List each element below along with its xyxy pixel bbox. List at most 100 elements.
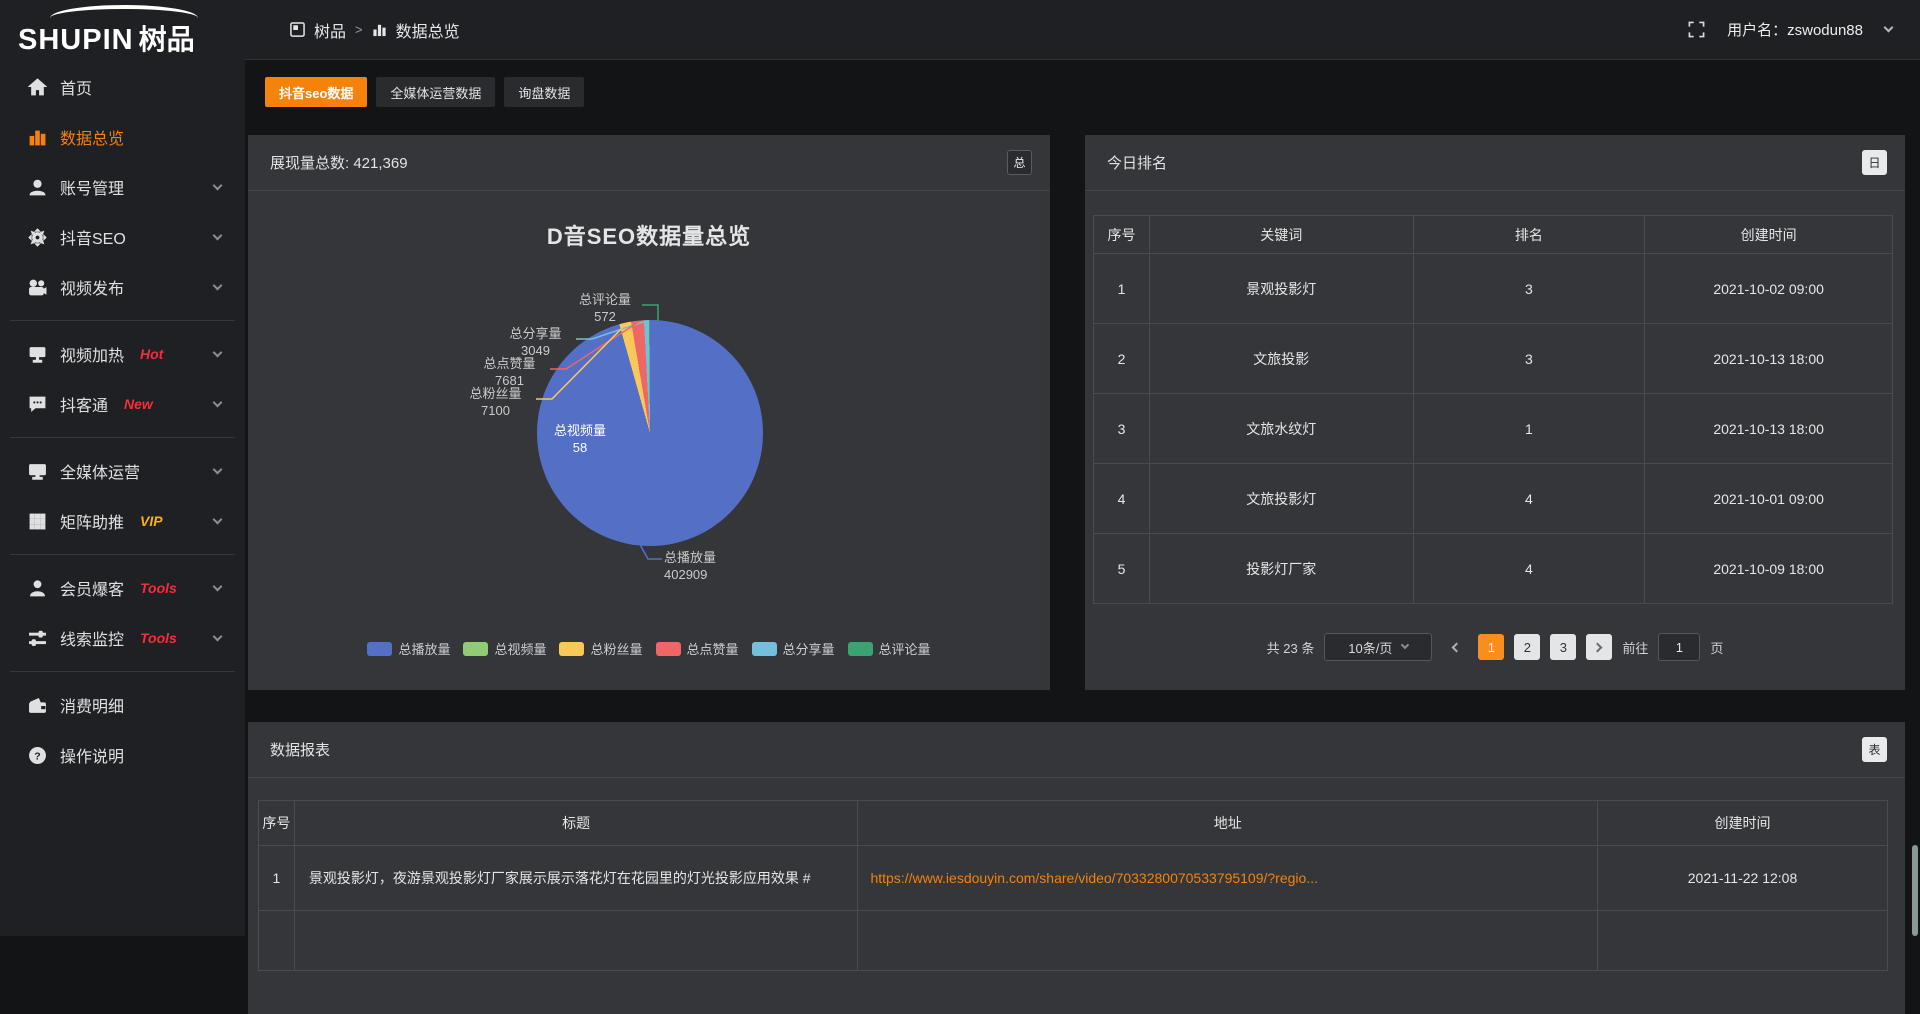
sidebar-item-label: 线索监控: [60, 626, 124, 650]
table-row[interactable]: 1 景观投影灯，夜游景观投影灯厂家展示展示落花灯在花园里的灯光投影应用效果 # …: [259, 846, 1888, 911]
sidebar-item-douyin-seo[interactable]: 抖音SEO: [0, 212, 245, 262]
sidebar-item-doukertong[interactable]: 抖客通 New: [0, 379, 245, 429]
wallet-icon: [28, 696, 47, 715]
sidebar-item-account[interactable]: 账号管理: [0, 162, 245, 212]
sidebar-item-label: 账号管理: [60, 175, 124, 199]
col-created: 创建时间: [1645, 216, 1893, 254]
col-title: 标题: [294, 801, 858, 846]
table-row[interactable]: [259, 911, 1888, 971]
person-icon: [28, 579, 47, 598]
legend-item[interactable]: 总粉丝量: [559, 639, 642, 658]
report-table-button[interactable]: 表: [1862, 737, 1887, 762]
sidebar-item-label: 数据总览: [60, 125, 124, 149]
bar-chart-icon: [28, 128, 47, 147]
chart-total-button[interactable]: 总: [1007, 150, 1032, 175]
sidebar-item-media-operation[interactable]: 全媒体运营: [0, 446, 245, 496]
chevron-down-icon: [213, 581, 223, 591]
ranking-day-button[interactable]: 日: [1862, 150, 1887, 175]
legend-item[interactable]: 总播放量: [367, 639, 450, 658]
table-row[interactable]: 5投影灯厂家42021-10-09 18:00: [1094, 534, 1893, 604]
legend-item[interactable]: 总点赞量: [656, 639, 739, 658]
sidebar-item-video-heat[interactable]: 视频加热 Hot: [0, 329, 245, 379]
report-panel-title: 数据报表: [270, 739, 330, 760]
report-table: 序号 标题 地址 创建时间 1 景观投影灯，夜游景观投影灯厂家展示展示落花灯在花…: [258, 800, 1888, 971]
goto-page-input[interactable]: [1658, 633, 1700, 661]
sidebar-item-member-boom[interactable]: 会员爆客 Tools: [0, 563, 245, 613]
sidebar-item-matrix-boost[interactable]: 矩阵助推 VIP: [0, 496, 245, 546]
tab-douyin-seo-data[interactable]: 抖音seo数据: [265, 77, 367, 107]
sidebar-item-data-overview[interactable]: 数据总览: [0, 112, 245, 162]
chevron-down-icon: [213, 397, 223, 407]
screen-icon: [28, 345, 47, 364]
breadcrumb-current[interactable]: 数据总览: [396, 18, 460, 42]
tab-media-operation-data[interactable]: 全媒体运营数据: [376, 77, 495, 107]
sidebar-item-label: 抖音SEO: [60, 225, 126, 249]
page-button-3[interactable]: 3: [1550, 634, 1576, 660]
ranking-panel-title: 今日排名: [1107, 152, 1167, 173]
pie-label-likes: 总点赞量7681: [472, 355, 547, 389]
menu-divider: [10, 320, 235, 321]
legend-swatch: [848, 642, 873, 656]
legend-item[interactable]: 总评论量: [848, 639, 931, 658]
legend-item[interactable]: 总视频量: [463, 639, 546, 658]
legend-swatch: [367, 642, 392, 656]
sidebar-item-label: 抖客通: [60, 392, 108, 416]
sidebar-item-label: 首页: [60, 75, 92, 99]
table-row[interactable]: 4文旅投影灯42021-10-01 09:00: [1094, 464, 1893, 534]
next-page-button[interactable]: [1586, 634, 1612, 660]
chevron-down-icon: [213, 230, 223, 240]
menu-divider: [10, 554, 235, 555]
sidebar-item-label: 全媒体运营: [60, 459, 140, 483]
chart-legend: 总播放量 总视频量 总粉丝量 总点赞量 总分享量 总评论量: [248, 639, 1050, 658]
sidebar-item-label: 视频加热: [60, 342, 124, 366]
legend-item[interactable]: 总分享量: [752, 639, 835, 658]
menu-divider: [10, 671, 235, 672]
home-icon: [28, 78, 47, 97]
chat-icon: [28, 395, 47, 414]
vertical-scrollbar[interactable]: [1912, 845, 1918, 936]
sidebar-item-clue-monitor[interactable]: 线索监控 Tools: [0, 613, 245, 663]
table-row[interactable]: 3文旅水纹灯12021-10-13 18:00: [1094, 394, 1893, 464]
breadcrumb: 树品 > 数据总览: [290, 18, 460, 42]
page-button-1[interactable]: 1: [1478, 634, 1504, 660]
video-title-cell: 景观投影灯，夜游景观投影灯厂家展示展示落花灯在花园里的灯光投影应用效果 #: [294, 846, 858, 911]
sidebar-item-consumption-detail[interactable]: 消费明细: [0, 680, 245, 730]
legend-swatch: [559, 642, 584, 656]
col-rank: 排名: [1413, 216, 1645, 254]
gear-icon: [28, 228, 47, 247]
user-icon: [28, 178, 47, 197]
username-label[interactable]: 用户名：zswodun88: [1727, 19, 1863, 40]
sidebar-item-help[interactable]: ? 操作说明: [0, 730, 245, 780]
prev-page-button[interactable]: [1442, 634, 1468, 660]
data-report-panel: 数据报表 表 序号 标题 地址 创建时间 1 景观投影灯，夜游景观投影灯厂家展示…: [248, 722, 1905, 1014]
vip-badge: VIP: [140, 513, 163, 529]
goto-label: 前往: [1622, 638, 1648, 657]
tab-inquiry-data[interactable]: 询盘数据: [504, 77, 584, 107]
pie-label-comments: 总评论量572: [570, 291, 640, 325]
sidebar-item-label: 消费明细: [60, 693, 124, 717]
breadcrumb-root[interactable]: 树品: [314, 18, 346, 42]
sidebar: SHUPIN 树品 首页 数据总览 账号管理 抖音SEO 视频发布: [0, 0, 245, 936]
legend-swatch: [656, 642, 681, 656]
sidebar-item-home[interactable]: 首页: [0, 62, 245, 112]
legend-swatch: [752, 642, 777, 656]
breadcrumb-separator: >: [355, 22, 363, 37]
fullscreen-icon[interactable]: [1688, 21, 1705, 38]
table-row[interactable]: 1景观投影灯32021-10-02 09:00: [1094, 254, 1893, 324]
sidebar-item-video-publish[interactable]: 视频发布: [0, 262, 245, 312]
page-button-2[interactable]: 2: [1514, 634, 1540, 660]
video-link[interactable]: https://www.iesdouyin.com/share/video/70…: [858, 846, 1598, 911]
menu-divider: [10, 437, 235, 438]
page-size-select[interactable]: 10条/页: [1324, 633, 1432, 661]
sidebar-item-label: 会员爆客: [60, 576, 124, 600]
bar-chart-icon: [372, 22, 387, 37]
pie-label-fans: 总粉丝量7100: [458, 385, 533, 419]
col-created: 创建时间: [1598, 801, 1888, 846]
chevron-down-icon: [213, 280, 223, 290]
logo-text-cn: 树品: [139, 18, 195, 58]
chevron-down-icon: [213, 514, 223, 524]
table-row[interactable]: 2文旅投影32021-10-13 18:00: [1094, 324, 1893, 394]
grid-icon: [28, 512, 47, 531]
ranking-table: 序号 关键词 排名 创建时间 1景观投影灯32021-10-02 09:00 2…: [1093, 215, 1893, 604]
legend-swatch: [463, 642, 488, 656]
